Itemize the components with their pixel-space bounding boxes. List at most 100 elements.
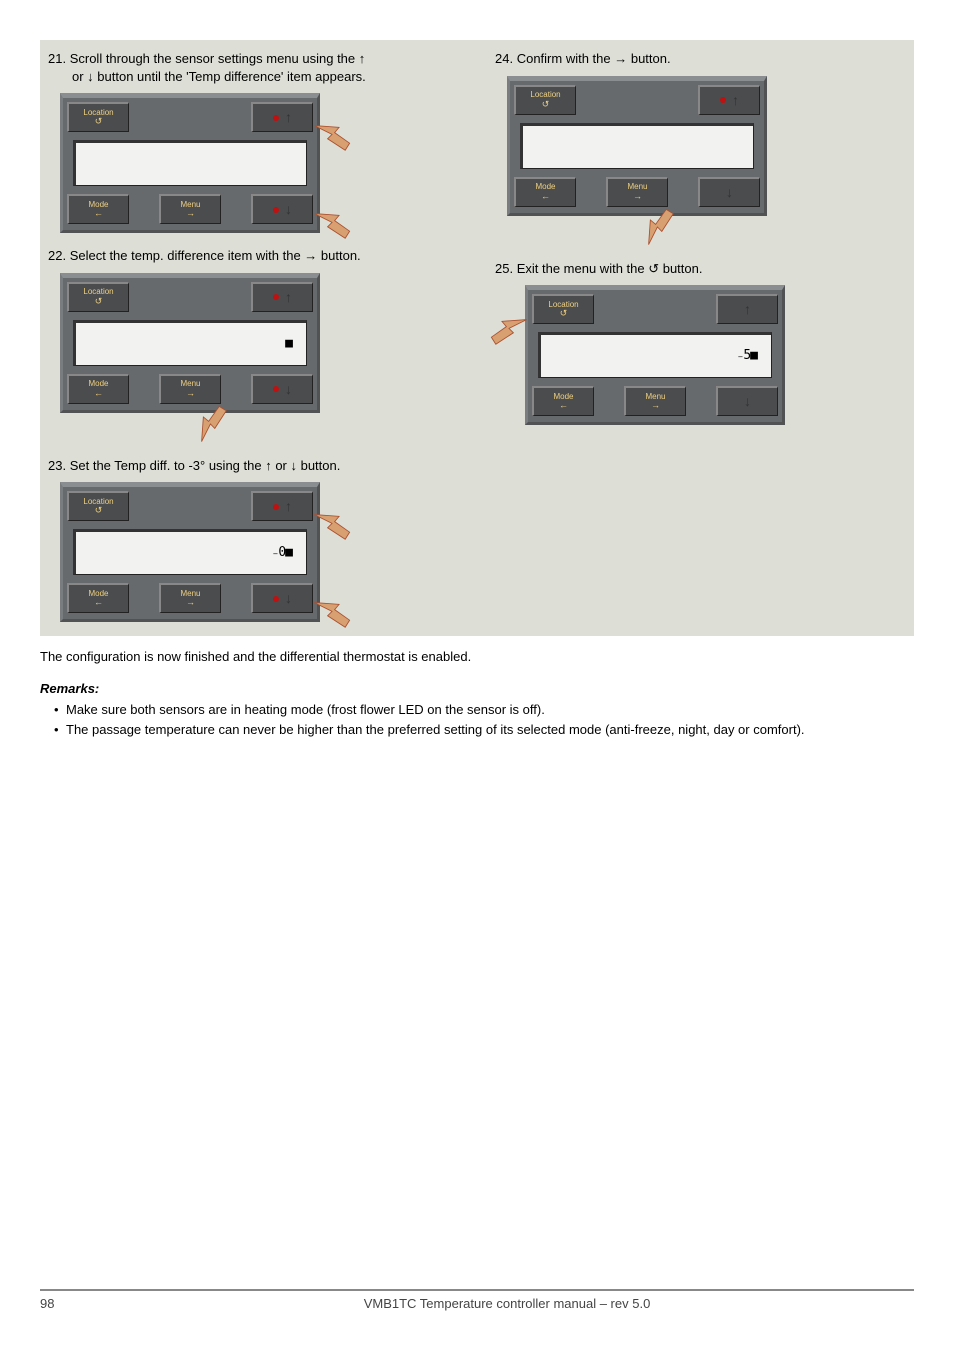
up-button[interactable]: ↑ — [251, 491, 313, 521]
pointing-hand-icon — [486, 302, 532, 346]
step-text-line1: Scroll through the sensor settings menu … — [70, 51, 366, 66]
down-button[interactable]: ↓ — [251, 194, 313, 224]
footer-title: VMB1TC Temperature controller manual – r… — [100, 1295, 914, 1313]
step-text: Confirm with the → button. — [517, 51, 671, 66]
step-num: 22. — [48, 248, 66, 263]
up-button[interactable]: ↑ — [251, 102, 313, 132]
location-button[interactable]: Location ↺ — [67, 491, 129, 521]
back-icon: ↺ — [69, 506, 128, 515]
up-button[interactable]: ↑ — [251, 282, 313, 312]
menu-button[interactable]: Menu → — [159, 583, 221, 613]
step-text-line2: or ↓ button until the 'Temp difference' … — [48, 69, 366, 84]
lcd-display — [73, 140, 307, 186]
controller-panel-23: Location ↺ ↑ ₋0■ Mode ← — [60, 482, 320, 622]
menu-button[interactable]: Menu → — [159, 374, 221, 404]
mode-button[interactable]: Mode ← — [532, 386, 594, 416]
finished-text: The configuration is now finished and th… — [40, 648, 914, 666]
arrow-down-icon: ↓ — [285, 200, 292, 219]
location-button[interactable]: Location ↺ — [67, 102, 129, 132]
pointing-hand-icon — [309, 497, 355, 541]
arrow-right-icon: → — [161, 389, 220, 398]
down-button[interactable]: ↓ — [716, 386, 778, 416]
step-21: 21. Scroll through the sensor settings m… — [40, 40, 467, 237]
controller-panel-25: Location ↺ ↑ ₋5■ Mode ← Me — [525, 285, 785, 425]
arrow-right-icon: → — [626, 401, 685, 410]
led-icon — [273, 386, 279, 392]
up-button[interactable]: ↑ — [716, 294, 778, 324]
lcd-display: ■ — [73, 320, 307, 366]
remark-item: The passage temperature can never be hig… — [54, 721, 914, 739]
controller-panel-21: Location ↺ ↑ Mode ← — [60, 93, 320, 233]
arrow-left-icon: ← — [69, 209, 128, 218]
controller-panel-24: Location ↺ ↑ Mode ← — [507, 76, 767, 216]
right-column: 24. Confirm with the → button. Location … — [487, 40, 914, 636]
step-num: 25. — [495, 261, 513, 276]
location-button[interactable]: Location ↺ — [532, 294, 594, 324]
mode-button[interactable]: Mode ← — [67, 583, 129, 613]
arrow-left-icon: ← — [69, 389, 128, 398]
lcd-display: ₋5■ — [538, 332, 772, 378]
arrow-up-icon: ↑ — [285, 497, 292, 516]
page-number: 98 — [40, 1295, 100, 1313]
arrow-up-icon: ↑ — [732, 91, 739, 110]
led-icon — [273, 294, 279, 300]
arrow-down-icon: ↓ — [285, 380, 292, 399]
lcd-display: ₋0■ — [73, 529, 307, 575]
led-icon — [720, 97, 726, 103]
controller-panel-22: Location ↺ ↑ ■ Mode ← — [60, 273, 320, 413]
pointing-hand-icon — [309, 196, 355, 240]
step-text: Set the Temp diff. to -3° using the ↑ or… — [70, 458, 341, 473]
arrow-up-icon: ↑ — [285, 108, 292, 127]
back-icon: ↺ — [516, 100, 575, 109]
arrow-up-icon: ↑ — [285, 288, 292, 307]
pointing-hand-icon — [184, 401, 228, 447]
step-24: 24. Confirm with the → button. Location … — [487, 40, 914, 220]
arrow-down-icon: ↓ — [726, 183, 733, 202]
arrow-down-icon: ↓ — [744, 392, 751, 411]
arrow-left-icon: ← — [69, 598, 128, 607]
step-22: 22. Select the temp. difference item wit… — [40, 237, 467, 417]
arrow-right-icon: → — [161, 209, 220, 218]
down-button[interactable]: ↓ — [251, 583, 313, 613]
mode-button[interactable]: Mode ← — [67, 374, 129, 404]
pointing-hand-icon — [631, 204, 675, 250]
step-num: 24. — [495, 51, 513, 66]
mode-button[interactable]: Mode ← — [67, 194, 129, 224]
menu-button[interactable]: Menu → — [159, 194, 221, 224]
arrow-up-icon: ↑ — [744, 300, 751, 319]
back-icon: ↺ — [534, 309, 593, 318]
led-icon — [273, 596, 279, 602]
menu-button[interactable]: Menu → — [606, 177, 668, 207]
arrow-left-icon: ← — [534, 401, 593, 410]
step-text: Select the temp. difference item with th… — [70, 248, 361, 263]
down-button[interactable]: ↓ — [251, 374, 313, 404]
lcd-display — [520, 123, 754, 169]
led-icon — [273, 115, 279, 121]
left-column: 21. Scroll through the sensor settings m… — [40, 40, 467, 636]
location-button[interactable]: Location ↺ — [514, 85, 576, 115]
step-num: 23. — [48, 458, 66, 473]
mode-button[interactable]: Mode ← — [514, 177, 576, 207]
remarks-heading: Remarks: — [40, 680, 914, 698]
arrow-left-icon: ← — [516, 192, 575, 201]
back-icon: ↺ — [69, 117, 128, 126]
menu-button[interactable]: Menu → — [624, 386, 686, 416]
step-23: 23. Set the Temp diff. to -3° using the … — [40, 447, 467, 627]
up-button[interactable]: ↑ — [698, 85, 760, 115]
step-25: 25. Exit the menu with the ↺ button. Loc… — [487, 250, 914, 430]
pointing-hand-icon — [309, 585, 355, 629]
remarks-list: Make sure both sensors are in heating mo… — [40, 701, 914, 738]
remark-item: Make sure both sensors are in heating mo… — [54, 701, 914, 719]
arrow-right-icon: → — [608, 192, 667, 201]
arrow-right-icon: → — [161, 598, 220, 607]
pointing-hand-icon — [309, 108, 355, 152]
down-button[interactable]: ↓ — [698, 177, 760, 207]
back-icon: ↺ — [69, 297, 128, 306]
step-text: Exit the menu with the ↺ button. — [517, 261, 703, 276]
led-icon — [273, 207, 279, 213]
arrow-down-icon: ↓ — [285, 589, 292, 608]
led-icon — [273, 504, 279, 510]
step-num: 21. — [48, 51, 66, 66]
location-button[interactable]: Location ↺ — [67, 282, 129, 312]
page-footer: 98 VMB1TC Temperature controller manual … — [40, 1289, 914, 1313]
